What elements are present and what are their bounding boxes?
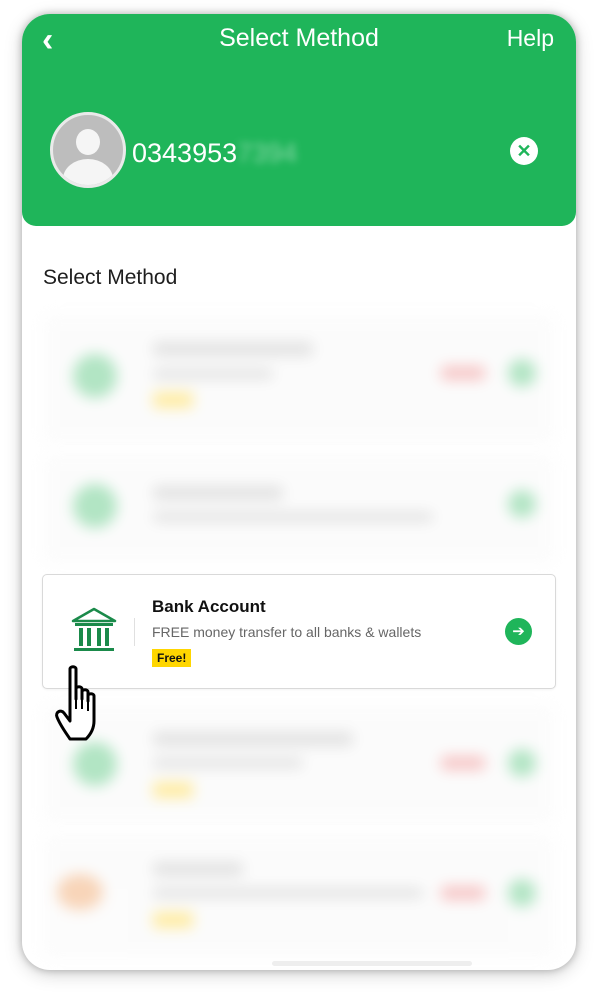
method-name-placeholder [153,732,353,746]
method-desc-placeholder [153,888,423,898]
phone-number-visible: 0343953 [132,138,238,168]
arrow-right-icon[interactable]: ➔ [505,618,532,645]
blurred-method-row[interactable] [43,314,555,444]
clear-button[interactable]: ✕ [510,137,538,165]
method-name-placeholder [153,862,243,876]
page-title: Select Method [219,24,379,52]
method-badge [153,392,193,408]
method-desc-placeholder [153,512,433,522]
arrow-icon [508,749,536,777]
header: ‹ Select Method Help 03439537394 ✕ [22,14,576,226]
method-name-placeholder [153,486,283,500]
method-description: FREE money transfer to all banks & walle… [152,624,422,640]
arrow-icon [508,490,536,518]
method-badge [153,912,193,928]
method-desc-placeholder [153,758,303,768]
card-divider [134,618,135,646]
method-icon [57,874,103,910]
avatar-head-shape [76,129,100,155]
method-name: Bank Account [152,597,266,616]
method-badge [153,782,193,798]
method-fee-tag [441,886,485,900]
blurred-method-row[interactable] [43,454,555,564]
method-desc-placeholder [153,369,273,379]
blurred-method-row[interactable] [43,704,555,824]
avatar-body-shape [63,159,113,185]
section-title: Select Method [43,266,178,289]
method-name-placeholder [153,342,313,356]
blurred-method-row[interactable] [43,834,555,959]
phone-number-masked: 7394 [237,138,298,168]
help-link[interactable]: Help [507,25,554,52]
method-icon [73,484,117,528]
home-indicator [272,961,472,966]
arrow-icon [508,879,536,907]
method-fee-tag [441,366,485,380]
arrow-icon [508,359,536,387]
free-badge: Free! [152,649,192,667]
avatar [50,112,126,188]
hand-pointer-icon [54,665,116,750]
method-fee-tag [441,756,485,770]
method-bank-account[interactable]: Bank Account FREE money transfer to all … [42,574,556,689]
phone-number: 03439537394 [132,138,297,169]
bank-icon [71,607,117,660]
method-icon [73,354,117,398]
phone-screen: ‹ Select Method Help 03439537394 ✕ Selec… [22,14,576,970]
